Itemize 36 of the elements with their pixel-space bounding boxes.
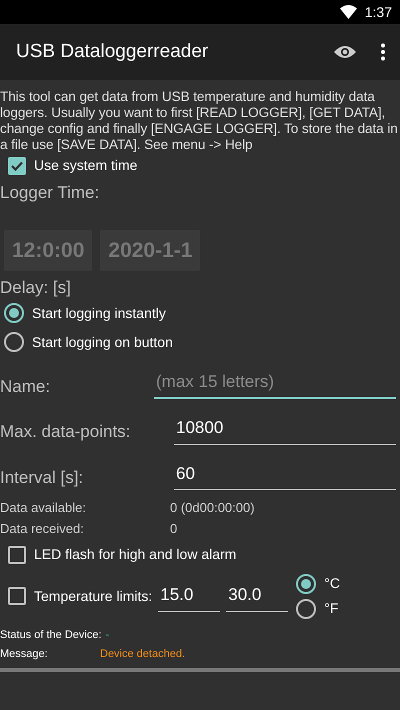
checkbox-label: Temperature limits: — [34, 586, 152, 606]
field-label: Interval [s]: — [0, 466, 84, 488]
field-label: Max. data-points: — [0, 421, 130, 443]
info-label: Data available: — [0, 499, 87, 517]
radio-button[interactable] — [4, 303, 24, 323]
message-label: Message: — [0, 646, 49, 662]
radio-button[interactable] — [4, 332, 24, 352]
radio-button[interactable] — [296, 598, 316, 618]
radio-label: Start logging on button — [32, 332, 173, 352]
app-title: USB Dataloggerreader — [16, 40, 210, 64]
field-label: Name: — [0, 376, 50, 398]
info-value: 0 — [170, 520, 178, 538]
input-field[interactable]: 10800 — [174, 413, 396, 444]
radio-button[interactable] — [296, 574, 316, 594]
wifi-icon — [340, 5, 357, 19]
clock-time: 1:37 — [364, 2, 392, 22]
info-value: 0 (0d00:00:00) — [170, 499, 255, 517]
input-field[interactable]: 60 — [174, 458, 396, 490]
input-field[interactable]: 15.0 — [158, 580, 220, 612]
section-label: Logger Time: — [0, 182, 100, 204]
input-field[interactable]: 30.0 — [226, 580, 288, 612]
section-label: Delay: [s] — [0, 277, 72, 299]
unit-label: °F — [324, 599, 338, 618]
checkbox-label: LED flash for high and low alarm — [34, 545, 236, 564]
message-value: Device detached. — [100, 646, 185, 662]
radio-label: Start logging instantly — [32, 304, 166, 323]
info-label: Data received: — [0, 520, 85, 538]
checkbox[interactable] — [8, 156, 26, 174]
status-value: - — [106, 628, 110, 643]
input-field[interactable]: (max 15 letters) — [154, 366, 396, 399]
unit-label: °C — [324, 574, 340, 593]
checkbox[interactable] — [8, 587, 26, 605]
checkbox-label: Use system time — [34, 156, 138, 175]
intro-text: This tool can get data from USB temperature and humidity data loggers. Usually you want to first [READ LOGGER], [GET DATA], change config and finally [ENGAGE LOGGER]. To store the data in a file use [SAVE DATA]. See menu -> Help — [0, 88, 399, 153]
checkbox[interactable] — [8, 546, 26, 564]
status-label: Status of the Device: — [0, 628, 102, 643]
